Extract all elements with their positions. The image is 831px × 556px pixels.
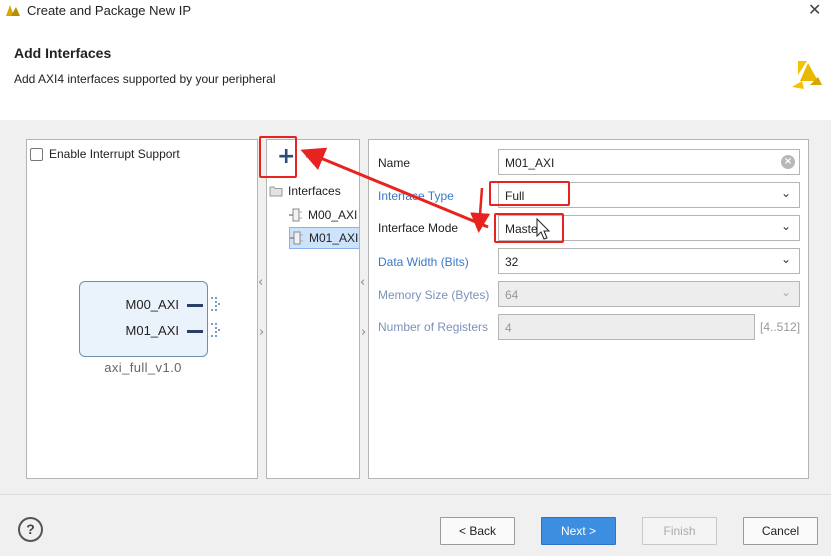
ip-block-symbol: M00_AXI M01_AXI <box>79 281 220 357</box>
tree-item-label: M00_AXI <box>308 208 358 222</box>
back-button[interactable]: < Back <box>440 517 515 545</box>
port-connector-icon <box>211 323 220 337</box>
data-width-select[interactable]: 32 ⌄ <box>498 248 800 274</box>
page-title: Add Interfaces <box>14 45 112 61</box>
memory-size-select: 64 ⌄ <box>498 281 800 307</box>
checkbox-box[interactable] <box>30 147 43 161</box>
footer-separator <box>0 494 831 495</box>
chevron-down-icon[interactable]: ⌄ <box>781 252 791 266</box>
chevron-down-icon[interactable]: ⌄ <box>781 186 791 200</box>
close-icon[interactable]: ✕ <box>808 0 821 19</box>
port-label-m00: M00_AXI <box>125 297 179 312</box>
tree-root-label: Interfaces <box>288 184 341 198</box>
interface-port-icon <box>290 231 303 245</box>
cancel-button[interactable]: Cancel <box>743 517 818 545</box>
xilinx-logo-icon <box>792 61 822 89</box>
interrupt-support-label: Enable Interrupt Support <box>49 147 180 161</box>
tree-root-interfaces[interactable]: Interfaces <box>269 184 341 198</box>
chevron-right-icon[interactable]: › <box>361 325 366 340</box>
chevron-left-icon[interactable]: ‹ <box>258 275 263 290</box>
name-field[interactable]: M01_AXI × <box>498 149 800 175</box>
tree-item-label: M01_AXI <box>309 231 359 245</box>
window-title: Create and Package New IP <box>27 3 192 18</box>
interface-properties-panel: Name M01_AXI × Interface Type Full ⌄ Int… <box>368 139 809 479</box>
num-registers-field: 4 <box>498 314 755 340</box>
annotation-box-mode <box>494 213 564 243</box>
folder-icon <box>269 186 283 197</box>
memory-size-label: Memory Size (Bytes) <box>378 288 490 302</box>
port-label-m01: M01_AXI <box>125 323 179 338</box>
name-value: M01_AXI <box>505 156 555 170</box>
data-width-value: 32 <box>505 255 519 269</box>
page-subtitle: Add AXI4 interfaces supported by your pe… <box>14 72 276 86</box>
interface-mode-label: Interface Mode <box>378 221 459 235</box>
tree-item-m00-axi[interactable]: M00_AXI <box>289 204 359 226</box>
port-line-m01 <box>187 330 203 333</box>
finish-button: Finish <box>642 517 717 545</box>
name-label: Name <box>378 156 411 170</box>
clear-icon[interactable]: × <box>781 155 795 169</box>
data-width-label: Data Width (Bits) <box>378 255 469 269</box>
chevron-down-icon: ⌄ <box>780 285 791 299</box>
interface-port-icon <box>289 208 302 222</box>
annotation-box-add <box>259 136 297 178</box>
chevron-down-icon[interactable]: ⌄ <box>781 219 791 233</box>
interrupt-support-checkbox[interactable]: Enable Interrupt Support <box>30 147 180 161</box>
ip-block-name: axi_full_v1.0 <box>104 360 182 375</box>
memory-size-value: 64 <box>505 288 519 302</box>
interface-type-label: Interface Type <box>378 189 454 203</box>
tree-item-m01-axi[interactable]: M01_AXI <box>289 227 359 249</box>
chevron-left-icon[interactable]: ‹ <box>360 275 365 290</box>
help-button[interactable]: ? <box>18 517 43 542</box>
page-header: Add Interfaces Add AXI4 interfaces suppo… <box>0 22 831 120</box>
num-registers-value: 4 <box>505 321 512 335</box>
num-registers-label: Number of Registers <box>378 320 489 334</box>
annotation-box-type <box>489 181 570 206</box>
interfaces-tree-panel: + − Interfaces M00_AXI M01_AXI <box>266 139 360 479</box>
port-line-m00 <box>187 304 203 307</box>
next-button[interactable]: Next > <box>541 517 616 545</box>
port-connector-icon <box>211 297 220 311</box>
remove-interface-button[interactable]: − <box>304 144 322 169</box>
chevron-right-icon[interactable]: › <box>259 325 264 340</box>
num-registers-range: [4..512] <box>760 320 801 334</box>
title-bar: Create and Package New IP ✕ <box>0 0 831 22</box>
vivado-logo-icon <box>6 5 20 16</box>
ip-symbol-panel: Enable Interrupt Support M00_AXI M01_AXI… <box>26 139 258 479</box>
